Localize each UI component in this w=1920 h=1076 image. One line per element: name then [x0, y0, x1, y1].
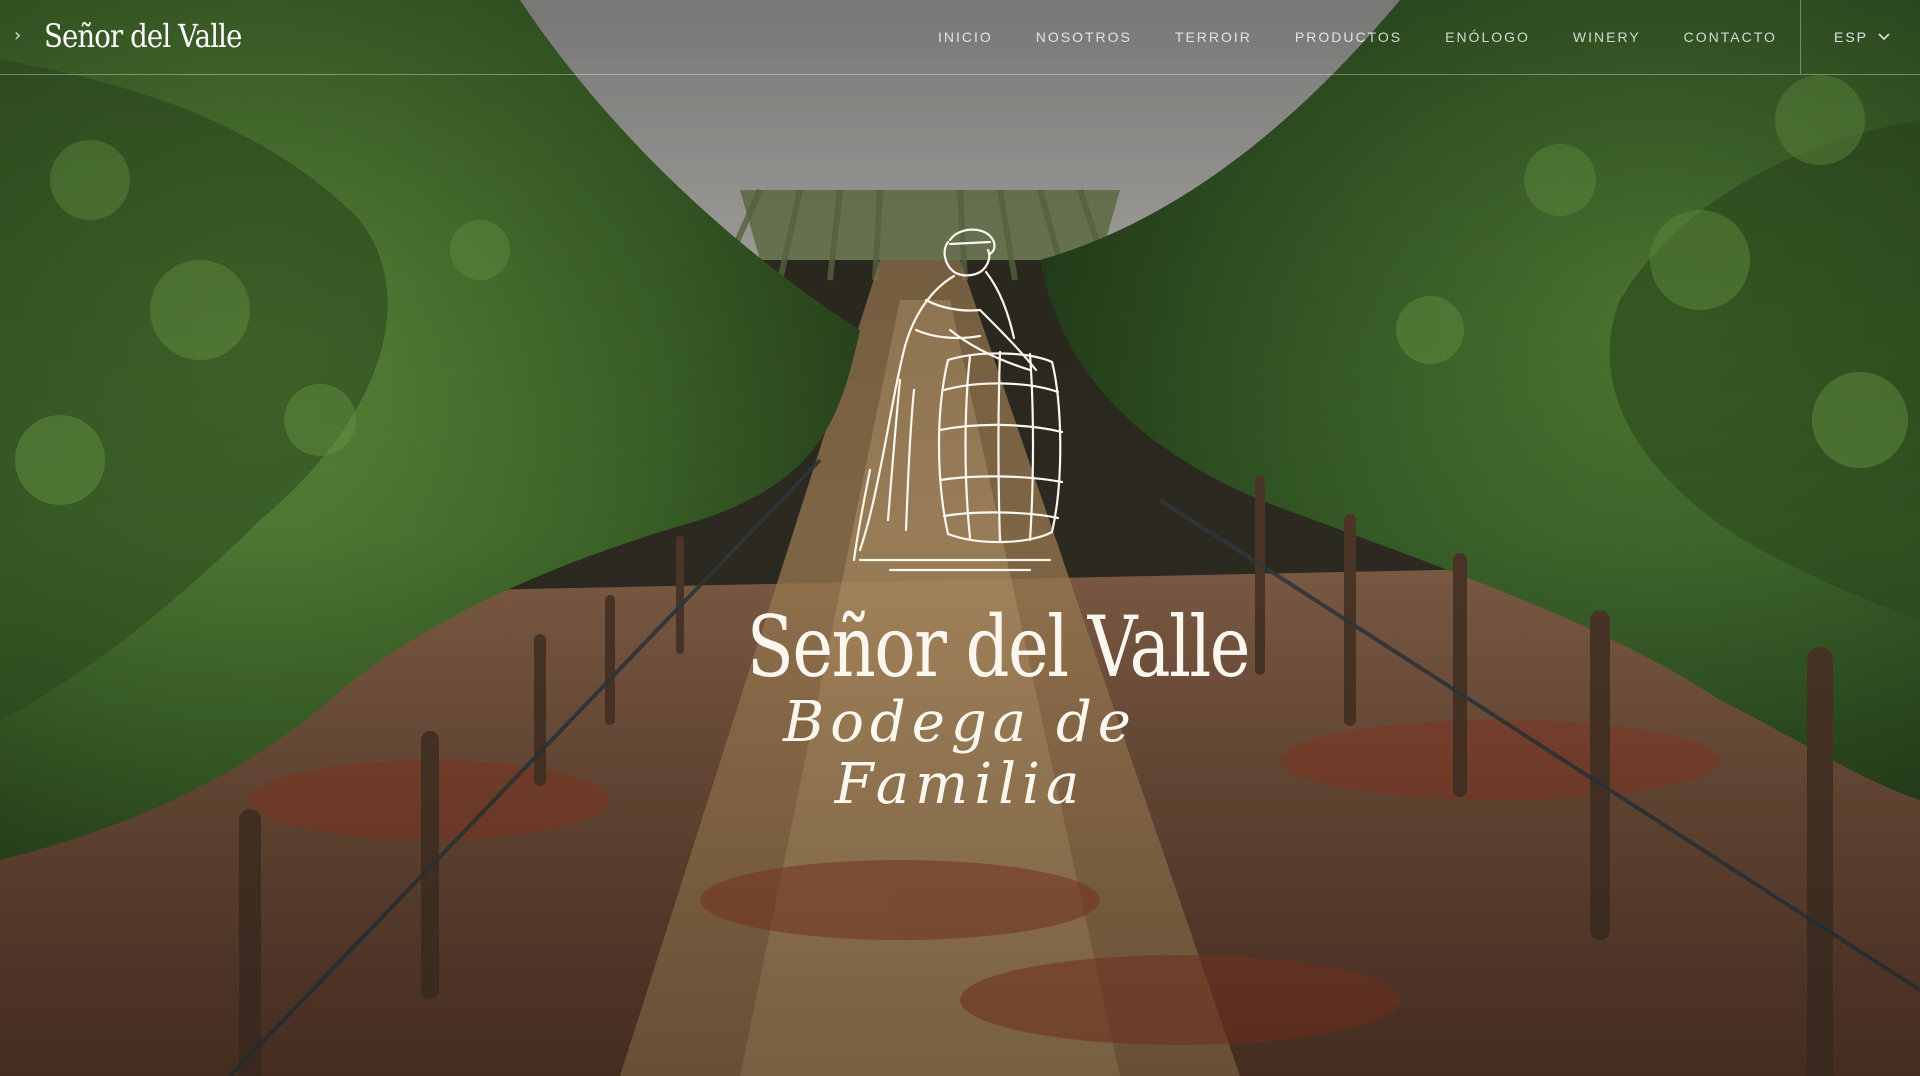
hero-subtitle: Bodega de Familia: [783, 690, 1137, 817]
nav-item-winery[interactable]: WINERY: [1573, 27, 1641, 47]
hero-logo: Señor del Valle Bodega de Familia: [700, 220, 1251, 816]
site-header: › Señor del Valle INICIO NOSOTROS TERROI…: [0, 0, 1920, 75]
nav-item-terroir[interactable]: TERROIR: [1175, 27, 1252, 47]
brand-logo[interactable]: Señor del Valle: [44, 16, 242, 56]
nav-item-productos[interactable]: PRODUCTOS: [1295, 27, 1402, 47]
language-selector[interactable]: ESP: [1834, 27, 1890, 47]
nav-item-enologo[interactable]: ENÓLOGO: [1445, 27, 1530, 47]
winemaker-with-barrel-illustration: [852, 228, 1064, 572]
hero-title: Señor del Valle: [746, 598, 1251, 696]
main-navigation: INICIO NOSOTROS TERROIR PRODUCTOS ENÓLOG…: [938, 27, 1777, 47]
chevron-down-icon: [1878, 33, 1890, 41]
language-label: ESP: [1834, 29, 1869, 45]
chevron-right-icon[interactable]: ›: [14, 26, 24, 46]
nav-item-inicio[interactable]: INICIO: [938, 27, 993, 47]
header-divider: [1800, 0, 1801, 74]
nav-item-contacto[interactable]: CONTACTO: [1684, 27, 1777, 47]
nav-item-nosotros[interactable]: NOSOTROS: [1036, 27, 1132, 47]
